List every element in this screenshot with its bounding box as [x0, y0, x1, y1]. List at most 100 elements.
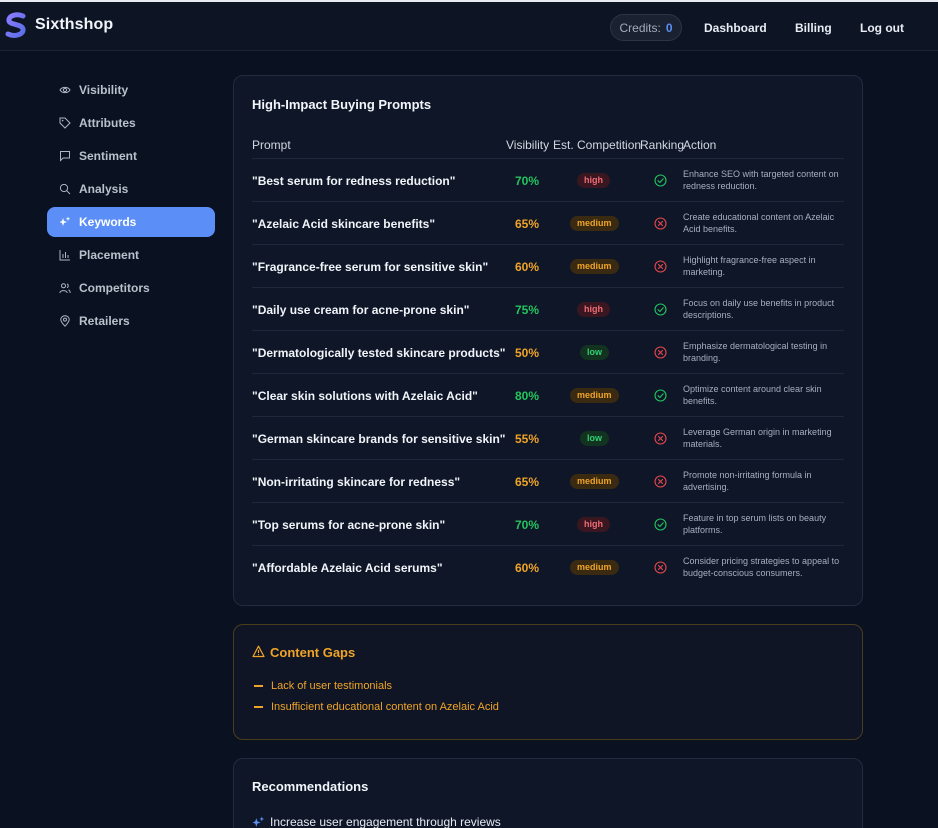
x-circle-icon [654, 260, 667, 273]
competition-badge: high [577, 517, 610, 532]
sidebar-item-label: Analysis [79, 182, 129, 196]
check-circle-icon [654, 389, 667, 402]
gap-text: Lack of user testimonials [271, 680, 393, 692]
sidebar-item-analysis[interactable]: Analysis [47, 174, 215, 204]
action-cell: Optimize content around clear skin benef… [683, 384, 822, 406]
competition-badge: medium [570, 388, 619, 403]
brand-name: Sixthshop [35, 16, 114, 33]
sidebar-item-competitors[interactable]: Competitors [47, 273, 215, 303]
card-title: Recommendations [252, 779, 369, 794]
prompt-cell: "Clear skin solutions with Azelaic Acid" [252, 389, 478, 403]
prompt-cell: "Fragrance-free serum for sensitive skin… [252, 260, 489, 274]
action-cell: Promote non-irritating formula in advert… [683, 470, 812, 492]
table-row[interactable]: "Daily use cream for acne-prone skin" 75%… [252, 287, 844, 330]
dash-icon [254, 685, 263, 687]
brand-logo-icon [5, 12, 26, 38]
column-header-action[interactable]: Action [683, 138, 716, 152]
prompt-cell: "Daily use cream for acne-prone skin" [252, 303, 470, 317]
action-cell: Feature in top serum lists on beauty pla… [683, 513, 827, 535]
tag-icon [59, 117, 71, 129]
competition-badge: low [580, 345, 609, 360]
action-cell: Emphasize dermatological testing in bran… [683, 341, 828, 363]
recommendation-text: Increase user engagement through reviews [270, 815, 501, 828]
map-pin-icon [59, 315, 71, 327]
list-item: Lack of user testimonials [254, 680, 392, 692]
sidebar-item-placement[interactable]: Placement [47, 240, 215, 270]
sidebar-item-label: Visibility [79, 83, 129, 97]
x-circle-icon [654, 217, 667, 230]
column-header-competition[interactable]: Est. Competition [553, 138, 641, 152]
sidebar-item-label: Retailers [79, 314, 130, 328]
visibility-cell: 70% [515, 174, 540, 188]
competition-badge: high [577, 302, 610, 317]
competition-badge: low [580, 431, 609, 446]
nav-logout-link[interactable]: Log out [860, 21, 904, 35]
action-cell: Consider pricing strategies to appeal to… [683, 556, 840, 578]
table-row[interactable]: "German skincare brands for sensitive sk… [252, 416, 844, 459]
list-item: Insufficient educational content on Azel… [254, 701, 499, 713]
visibility-cell: 60% [515, 260, 540, 274]
action-cell: Highlight fragrance-free aspect in marke… [683, 255, 816, 277]
bar-chart-icon [59, 249, 71, 261]
prompt-cell: "Affordable Azelaic Acid serums" [252, 561, 443, 575]
check-circle-icon [654, 303, 667, 316]
competition-badge: medium [570, 259, 619, 274]
sidebar-item-label: Placement [79, 248, 140, 262]
x-circle-icon [654, 475, 667, 488]
x-circle-icon [654, 432, 667, 445]
visibility-cell: 55% [515, 432, 540, 446]
sidebar-item-label: Attributes [79, 116, 136, 130]
credits-badge[interactable]: Credits: 0 [610, 14, 682, 41]
eye-icon [59, 84, 71, 96]
message-square-icon [59, 150, 71, 162]
sidebar-item-visibility[interactable]: Visibility [47, 75, 215, 105]
table-row[interactable]: "Fragrance-free serum for sensitive skin… [252, 244, 844, 287]
content-gaps-card: Content Gaps Lack of user testimonials I… [233, 624, 863, 740]
table-row[interactable]: "Top serums for acne-prone skin" 70% high F… [252, 502, 844, 545]
warning-triangle-icon [252, 645, 265, 658]
sidebar-item-sentiment[interactable]: Sentiment [47, 141, 215, 171]
competition-badge: medium [570, 216, 619, 231]
credits-label: Credits: [619, 20, 661, 35]
prompt-cell: "Best serum for redness reduction" [252, 174, 456, 188]
buying-prompts-card: High-Impact Buying Prompts Prompt Visibi… [233, 75, 863, 606]
visibility-cell: 70% [515, 518, 540, 532]
card-title: Content Gaps [270, 645, 356, 660]
action-cell: Create educational content on Azelaic Ac… [683, 212, 835, 234]
action-cell: Focus on daily use benefits in product d… [683, 298, 835, 320]
recommendations-card: Recommendations Increase user engagement… [233, 758, 863, 828]
brand[interactable]: Sixthshop [4, 12, 113, 38]
competition-badge: medium [570, 560, 619, 575]
column-header-visibility[interactable]: Visibility [506, 138, 549, 152]
table-row[interactable]: "Affordable Azelaic Acid serums" 60% mediu… [252, 545, 844, 588]
prompt-cell: "Non-irritating skincare for redness" [252, 475, 461, 489]
nav-dashboard-link[interactable]: Dashboard [704, 21, 767, 35]
dash-icon [254, 706, 263, 708]
check-circle-icon [654, 518, 667, 531]
check-circle-icon [654, 174, 667, 187]
competition-badge: medium [570, 474, 619, 489]
visibility-cell: 65% [515, 475, 540, 489]
column-header-prompt[interactable]: Prompt [252, 138, 291, 152]
sidebar-item-attributes[interactable]: Attributes [47, 108, 215, 138]
visibility-cell: 65% [515, 217, 540, 231]
table-row[interactable]: "Azelaic Acid skincare benefits" 65% mediu… [252, 201, 844, 244]
top-bar: Sixthshop Credits: 0 Dashboard Billing L… [0, 0, 938, 51]
sparkles-icon [59, 216, 71, 228]
table-row[interactable]: "Non-irritating skincare for redness" 65%… [252, 459, 844, 502]
gap-text: Insufficient educational content on Azel… [271, 701, 499, 713]
column-header-ranking[interactable]: Ranking [640, 138, 684, 152]
prompt-cell: "German skincare brands for sensitive sk… [252, 432, 506, 446]
sidebar-item-keywords[interactable]: Keywords [47, 207, 215, 237]
table-row[interactable]: "Best serum for redness reduction" 70% hig… [252, 158, 844, 201]
visibility-cell: 60% [515, 561, 540, 575]
card-title: High-Impact Buying Prompts [252, 97, 432, 112]
visibility-cell: 75% [515, 303, 540, 317]
action-cell: Enhance SEO with targeted content on red… [683, 169, 839, 191]
table-row[interactable]: "Clear skin solutions with Azelaic Acid"… [252, 373, 844, 416]
sidebar-item-retailers[interactable]: Retailers [47, 306, 215, 336]
nav-billing-link[interactable]: Billing [795, 21, 832, 35]
prompt-cell: "Top serums for acne-prone skin" [252, 518, 446, 532]
sidebar-item-label: Competitors [79, 281, 150, 295]
table-row[interactable]: "Dermatologically tested skincare produc… [252, 330, 844, 373]
